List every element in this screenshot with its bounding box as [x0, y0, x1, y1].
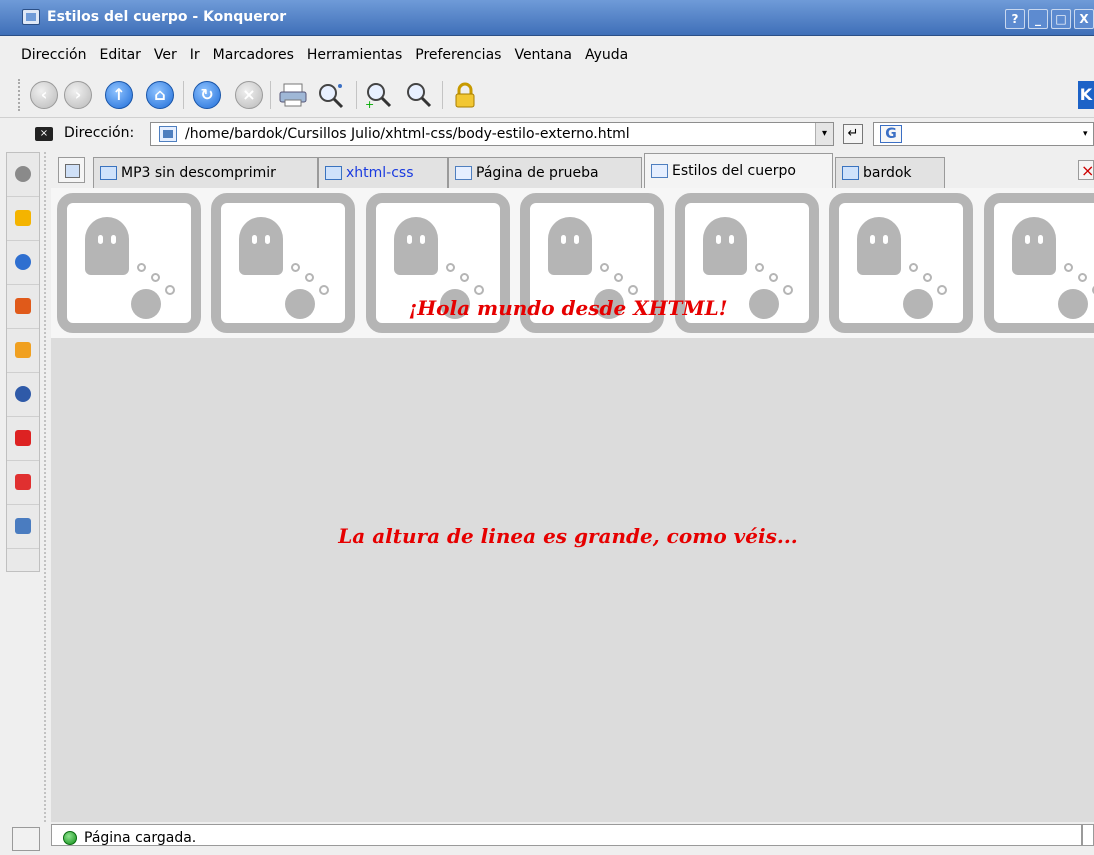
- navigation-sidebar: [6, 152, 40, 572]
- status-led-icon: [63, 831, 77, 845]
- sidebar-item-media[interactable]: [7, 329, 39, 373]
- link-view-checkbox[interactable]: [1082, 824, 1094, 846]
- clock-icon: [15, 254, 31, 270]
- home-icon[interactable]: ⌂: [146, 81, 174, 109]
- close-tab-button[interactable]: [1078, 160, 1094, 180]
- search-dropdown-button[interactable]: ▾: [1083, 123, 1093, 145]
- page-icon: [455, 166, 472, 180]
- zoom-out-icon[interactable]: [404, 81, 434, 109]
- help-button[interactable]: ?: [1005, 9, 1025, 29]
- menu-ir[interactable]: Ir: [190, 47, 200, 63]
- tab-label: bardok: [863, 165, 912, 181]
- tiled-background-banner: ¡Hola mundo desde XHTML!: [51, 188, 1094, 338]
- tab-label: Estilos del cuerpo: [672, 163, 796, 179]
- sidebar-item-root[interactable]: [7, 417, 39, 461]
- window-title: Estilos del cuerpo - Konqueror: [47, 9, 287, 25]
- network-icon: [15, 386, 31, 402]
- red-folder-icon: [15, 430, 31, 446]
- toolbar-separator: [183, 81, 184, 109]
- location-label: Dirección:: [64, 125, 135, 141]
- sidebar-item-network[interactable]: [7, 373, 39, 417]
- sidebar-item-services[interactable]: [7, 461, 39, 505]
- tab-estilos-del-cuerpo[interactable]: Estilos del cuerpo: [644, 153, 833, 188]
- close-button[interactable]: X: [1074, 9, 1094, 29]
- konqueror-icon[interactable]: [22, 9, 40, 25]
- window-controls: ? _ □ X: [1005, 9, 1094, 29]
- tab-label: MP3 sin descomprimir: [121, 165, 276, 181]
- sidebar-item-home[interactable]: [7, 285, 39, 329]
- page-paragraph: La altura de linea es grande, como véis.…: [338, 524, 798, 548]
- stop-icon[interactable]: ×: [235, 81, 263, 109]
- minimize-button[interactable]: _: [1028, 9, 1048, 29]
- back-icon[interactable]: ‹: [30, 81, 58, 109]
- clear-location-icon[interactable]: ×: [35, 127, 53, 141]
- menu-editar[interactable]: Editar: [99, 47, 140, 63]
- search-input[interactable]: G ▾: [873, 122, 1094, 146]
- search-engine-icon[interactable]: G: [880, 125, 902, 143]
- tab-xhtml-css[interactable]: xhtml-css: [318, 157, 448, 188]
- toolbar-separator: [442, 81, 443, 109]
- tab-label: Página de prueba: [476, 165, 599, 181]
- new-tab-button[interactable]: [58, 157, 85, 183]
- up-icon[interactable]: ↑: [105, 81, 133, 109]
- sidebar-item-sidebar-config[interactable]: [7, 505, 39, 549]
- tab-label: xhtml-css: [346, 165, 414, 181]
- folder-icon: [325, 166, 342, 180]
- sidebar-config-icon: [15, 518, 31, 534]
- kde-logo-icon: K: [1078, 81, 1094, 109]
- menu-ver[interactable]: Ver: [154, 47, 177, 63]
- zoom-in-icon[interactable]: +: [364, 81, 394, 109]
- status-bar: Página cargada.: [51, 822, 1094, 848]
- menu-ayuda[interactable]: Ayuda: [585, 47, 628, 63]
- folder-icon: [100, 166, 117, 180]
- media-icon: [15, 342, 31, 358]
- tab-mp3-sin-descomprimir[interactable]: MP3 sin descomprimir: [93, 157, 318, 188]
- sidebar-item-bookmarks[interactable]: [7, 197, 39, 241]
- sidebar-item-history[interactable]: [7, 241, 39, 285]
- url-input[interactable]: /home/bardok/Cursillos Julio/xhtml-css/b…: [150, 122, 834, 146]
- star-icon: [15, 210, 31, 226]
- forward-icon[interactable]: ›: [64, 81, 92, 109]
- url-text[interactable]: /home/bardok/Cursillos Julio/xhtml-css/b…: [185, 126, 630, 142]
- svg-text:+: +: [365, 98, 374, 109]
- toolbar-separator: [270, 81, 271, 109]
- status-message: Página cargada.: [84, 830, 197, 846]
- tab-bar: MP3 sin descomprimir xhtml-css Página de…: [51, 152, 1094, 188]
- menu-preferencias[interactable]: Preferencias: [415, 47, 501, 63]
- globe-icon: [15, 166, 31, 182]
- page-viewport[interactable]: ¡Hola mundo desde XHTML! La altura de li…: [51, 188, 1094, 822]
- sidebar-item-web[interactable]: [7, 153, 39, 197]
- location-bar: × Dirección: /home/bardok/Cursillos Juli…: [0, 119, 1094, 151]
- page-icon: [651, 164, 668, 178]
- toolbar-separator: [356, 81, 357, 109]
- page-heading: ¡Hola mundo desde XHTML!: [408, 296, 728, 320]
- reload-icon[interactable]: ↻: [193, 81, 221, 109]
- menu-marcadores[interactable]: Marcadores: [213, 47, 294, 63]
- menu-direccion[interactable]: Dirección: [21, 47, 86, 63]
- url-dropdown-button[interactable]: ▾: [815, 123, 833, 145]
- folder-icon: [842, 166, 859, 180]
- tab-pagina-de-prueba[interactable]: Página de prueba: [448, 157, 642, 188]
- status-box: Página cargada.: [51, 824, 1082, 846]
- print-icon[interactable]: [278, 81, 308, 109]
- menu-bar: Dirección Editar Ver Ir Marcadores Herra…: [0, 37, 1094, 72]
- go-button[interactable]: ↵: [843, 124, 863, 144]
- maximize-button[interactable]: □: [1051, 9, 1071, 29]
- security-lock-icon[interactable]: [450, 81, 480, 109]
- page-favicon-icon: [159, 126, 177, 142]
- sidebar-splitter[interactable]: [44, 152, 47, 822]
- home-icon: [15, 298, 31, 314]
- find-icon[interactable]: [316, 81, 346, 109]
- menu-herramientas[interactable]: Herramientas: [307, 47, 402, 63]
- menu-ventana[interactable]: Ventana: [514, 47, 572, 63]
- toolbar-grip[interactable]: [18, 79, 22, 111]
- main-toolbar: ‹ › ↑ ⌂ ↻ × + K: [0, 73, 1094, 118]
- title-bar: Estilos del cuerpo - Konqueror ? _ □ X: [0, 0, 1094, 36]
- sidebar-toggle-button[interactable]: [12, 827, 40, 851]
- tab-bardok[interactable]: bardok: [835, 157, 945, 188]
- pin-icon: [15, 474, 31, 490]
